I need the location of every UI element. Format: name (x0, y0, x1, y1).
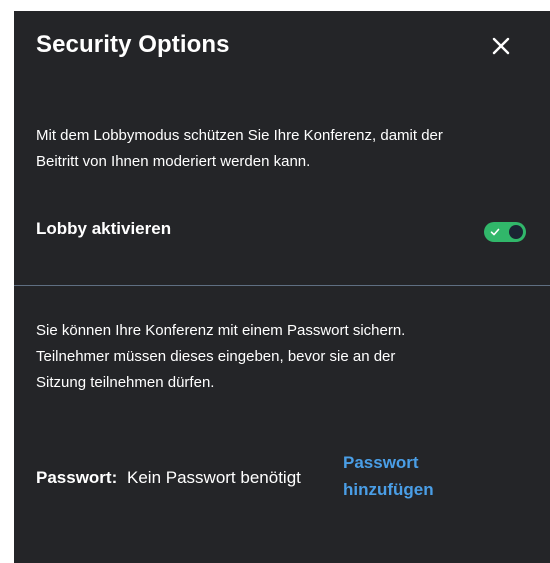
password-description-line1: Sie können Ihre Konferenz mit einem Pass… (36, 322, 406, 339)
password-section: Sie können Ihre Konferenz mit einem Pass… (36, 318, 550, 396)
lobby-description-line2: Beitritt von Ihnen moderiert werden kann… (36, 153, 311, 170)
password-row: Passwort: Kein Passwort benötigt Passwor… (36, 449, 536, 509)
add-password-link-line2: hinzufügen (343, 480, 434, 499)
security-options-dialog: Security Options Mit dem Lobbymodus schü… (14, 11, 550, 563)
lobby-toggle-row: Lobby aktivieren (36, 216, 528, 244)
lobby-toggle[interactable] (484, 222, 526, 242)
lobby-section: Mit dem Lobbymodus schützen Sie Ihre Kon… (36, 123, 550, 175)
close-button[interactable] (490, 35, 512, 57)
lobby-description: Mit dem Lobbymodus schützen Sie Ihre Kon… (36, 123, 550, 175)
checkmark-icon (490, 228, 500, 236)
lobby-description-line1: Mit dem Lobbymodus schützen Sie Ihre Kon… (36, 127, 443, 144)
dialog-title: Security Options (36, 31, 230, 58)
lobby-toggle-label: Lobby aktivieren (36, 219, 172, 238)
password-description-line2: Teilnehmer müssen dieses eingeben, bevor… (36, 348, 396, 365)
password-description: Sie können Ihre Konferenz mit einem Pass… (36, 318, 550, 396)
add-password-link[interactable]: Passwort hinzufügen (343, 449, 463, 503)
password-description-line3: Sitzung teilnehmen dürfen. (36, 374, 215, 391)
close-icon (492, 37, 510, 55)
password-value: Kein Passwort benötigt (127, 468, 301, 487)
password-label: Passwort: (36, 468, 118, 487)
section-divider (14, 285, 550, 286)
toggle-knob (509, 225, 523, 239)
add-password-link-line1: Passwort (343, 453, 419, 472)
